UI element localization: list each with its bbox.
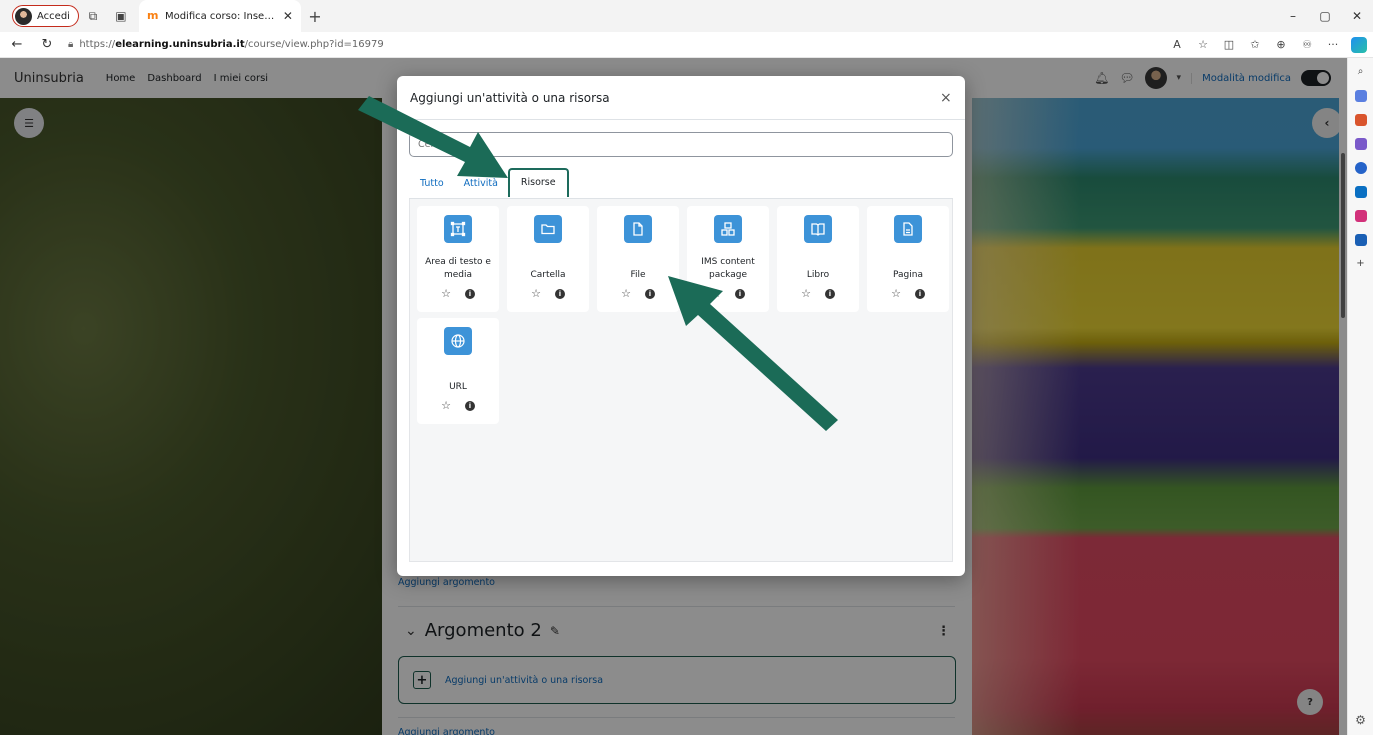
sidebar-designer-icon[interactable] — [1354, 210, 1367, 222]
chooser-item-file[interactable]: File ☆ i — [597, 206, 679, 312]
chooser-item-actions: ☆ i — [441, 399, 475, 412]
chooser-item-actions: ☆ i — [711, 287, 745, 300]
sidebar-settings-icon[interactable]: ⚙ — [1355, 713, 1366, 727]
sidebar-tools-icon[interactable] — [1354, 234, 1367, 246]
chooser-grid: Area di testo e media ☆ i Cartella ☆ i F… — [409, 199, 953, 562]
split-screen-icon[interactable]: ◫ — [1217, 38, 1241, 51]
page-icon — [894, 215, 922, 243]
profile-button[interactable]: Accedi — [12, 5, 79, 27]
chooser-item-url[interactable]: URL ☆ i — [417, 318, 499, 424]
info-icon[interactable]: i — [464, 289, 475, 299]
collections-icon[interactable]: ⊕ — [1269, 38, 1293, 51]
chooser-item-label: Cartella — [530, 270, 566, 280]
sidebar-people-icon[interactable] — [1354, 138, 1367, 150]
chooser-item-libro[interactable]: Libro ☆ i — [777, 206, 859, 312]
moodle-favicon-icon: m — [146, 9, 159, 22]
sidebar-search-icon[interactable]: ⌕ — [1355, 66, 1367, 78]
file-icon — [624, 215, 652, 243]
close-icon[interactable]: × — [940, 90, 952, 106]
window-close-icon[interactable]: ✕ — [1341, 9, 1373, 23]
info-icon[interactable]: i — [914, 289, 925, 299]
restore-icon[interactable]: ▢ — [1309, 9, 1341, 23]
copilot-icon[interactable] — [1351, 36, 1367, 53]
tab-title: Modifica corso: Insegnamento di — [164, 10, 277, 22]
chooser-item-actions: ☆ i — [531, 287, 565, 300]
read-aloud-icon[interactable]: A — [1165, 38, 1189, 51]
star-icon[interactable]: ☆ — [621, 287, 631, 300]
chooser-item-actions: ☆ i — [621, 287, 655, 300]
package-icon — [714, 215, 742, 243]
web-page: Uninsubria Home Dashboard I miei corsi 🔔… — [0, 58, 1347, 735]
folder-icon — [534, 215, 562, 243]
address-bar[interactable]: 🔒︎ https://elearning.uninsubria.it/cours… — [68, 34, 1148, 56]
sidebar-add-icon[interactable]: + — [1355, 258, 1367, 270]
new-tab-button[interactable]: + — [301, 7, 329, 26]
star-icon[interactable]: ☆ — [801, 287, 811, 300]
tab-attivita[interactable]: Attività — [454, 170, 508, 197]
chooser-item-actions: ☆ i — [801, 287, 835, 300]
chooser-item-label: File — [630, 270, 646, 280]
star-icon[interactable]: ☆ — [441, 287, 451, 300]
more-icon[interactable]: ··· — [1321, 38, 1345, 51]
sidebar-shopping-icon[interactable] — [1354, 114, 1367, 126]
toolbar-icons: A ☆ ◫ ✩ ⊕ ♾ ··· — [1165, 36, 1373, 53]
info-icon[interactable]: i — [644, 289, 655, 299]
chooser-tabs: Tutto Attività Risorse — [410, 168, 569, 197]
favorite-star-icon[interactable]: ☆ — [1191, 38, 1215, 51]
chooser-item-label: Area di testo e media — [425, 257, 491, 280]
browser-toolbar: ← ↻ 🔒︎ https://elearning.uninsubria.it/c… — [0, 32, 1373, 58]
url-text: https://elearning.uninsubria.it/course/v… — [79, 39, 384, 50]
star-icon[interactable]: ☆ — [891, 287, 901, 300]
chooser-item-actions: ☆ i — [441, 287, 475, 300]
minimize-icon[interactable]: – — [1277, 9, 1309, 23]
reload-icon[interactable]: ↻ — [34, 37, 60, 52]
browser-tab-active[interactable]: m Modifica corso: Insegnamento di ✕ — [138, 0, 301, 32]
info-icon[interactable]: i — [464, 401, 475, 411]
star-icon[interactable]: ☆ — [531, 287, 541, 300]
tab-actions-icon[interactable]: ▣ — [107, 9, 135, 23]
chooser-item-label: Pagina — [893, 270, 923, 280]
chooser-item-cartella[interactable]: Cartella ☆ i — [507, 206, 589, 312]
tab-risorse[interactable]: Risorse — [507, 168, 569, 197]
workspaces-icon[interactable]: ⧉ — [79, 9, 107, 24]
globe-icon — [444, 327, 472, 355]
chooser-item-label: IMS content package — [701, 257, 755, 280]
activity-chooser-modal: Aggiungi un'attività o una risorsa × Tut… — [397, 76, 965, 576]
modal-title: Aggiungi un'attività o una risorsa — [410, 91, 610, 105]
info-icon[interactable]: i — [824, 289, 835, 299]
chooser-item-label: Libro — [806, 270, 830, 280]
lock-icon: 🔒︎ — [68, 39, 74, 50]
star-icon[interactable]: ☆ — [441, 399, 451, 412]
info-icon[interactable]: i — [734, 289, 745, 299]
tab-tutto[interactable]: Tutto — [410, 170, 454, 197]
back-icon[interactable]: ← — [4, 37, 30, 52]
sidebar-outlook-icon[interactable] — [1354, 186, 1367, 198]
profile-label: Accedi — [37, 10, 70, 22]
profile-avatar — [15, 7, 32, 25]
browser-titlebar: Accedi ⧉ ▣ m Modifica corso: Insegnament… — [0, 0, 1373, 32]
chooser-item-label: URL — [449, 382, 467, 392]
edge-sidebar: ⌕ + ⚙ — [1347, 58, 1373, 735]
chooser-item-area-testo[interactable]: Area di testo e media ☆ i — [417, 206, 499, 312]
info-icon[interactable]: i — [554, 289, 565, 299]
extensions-icon[interactable]: ♾ — [1295, 38, 1319, 51]
chooser-item-pagina[interactable]: Pagina ☆ i — [867, 206, 949, 312]
divider — [397, 119, 965, 120]
favorites-icon[interactable]: ✩ — [1243, 38, 1267, 51]
sidebar-office-icon[interactable] — [1354, 162, 1367, 174]
search-input[interactable] — [409, 132, 953, 157]
chooser-item-ims[interactable]: IMS content package ☆ i — [687, 206, 769, 312]
star-icon[interactable]: ☆ — [711, 287, 721, 300]
sidebar-tag-icon[interactable] — [1354, 90, 1367, 102]
window-controls: – ▢ ✕ — [1277, 9, 1373, 23]
book-icon — [804, 215, 832, 243]
tab-close-icon[interactable]: ✕ — [283, 9, 293, 23]
text-media-icon — [444, 215, 472, 243]
chooser-item-actions: ☆ i — [891, 287, 925, 300]
